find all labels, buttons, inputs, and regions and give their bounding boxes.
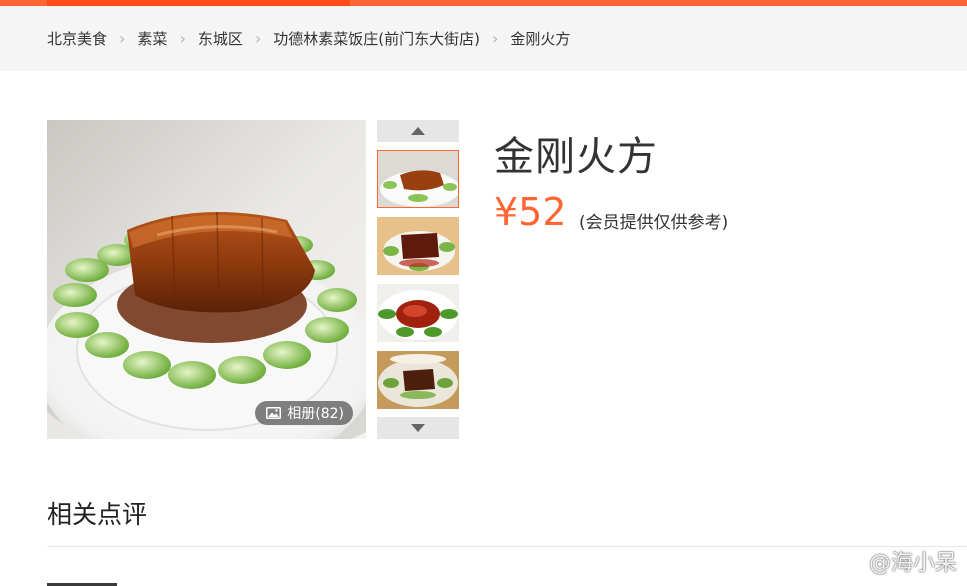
related-reviews-title: 相关点评: [47, 500, 148, 529]
picture-icon: [266, 407, 282, 419]
thumbnail-image: [378, 151, 458, 207]
breadcrumb-item-district[interactable]: 东城区: [198, 28, 243, 49]
album-count-label: 相册(82): [287, 406, 344, 422]
main-dish-photo[interactable]: 相册(82): [47, 120, 366, 439]
chevron-right-icon: ›: [491, 29, 499, 48]
chevron-right-icon: ›: [179, 29, 186, 48]
breadcrumb-item-restaurant[interactable]: 功德林素菜饭庄(前门东大街店): [273, 28, 480, 49]
album-button[interactable]: 相册(82): [255, 401, 353, 425]
chevron-right-icon: ›: [254, 29, 262, 48]
chevron-right-icon: ›: [119, 29, 126, 48]
thumbnail-item[interactable]: [377, 351, 459, 409]
thumbnail-image: [377, 217, 459, 275]
thumbnail-image: [377, 351, 459, 409]
arrow-down-icon: [411, 424, 425, 432]
breadcrumb: 北京美食 › 素菜 › 东城区 › 功德林素菜饭庄(前门东大街店) › 金刚火方: [0, 6, 967, 71]
thumbnail-image: [377, 284, 459, 342]
thumbnail-item[interactable]: [377, 217, 459, 275]
watermark-text: @海小呆: [868, 551, 957, 576]
arrow-up-icon: [411, 127, 425, 135]
watermark: @海小呆: [829, 545, 957, 577]
thumbnail-item[interactable]: [377, 284, 459, 342]
breadcrumb-item-city[interactable]: 北京美食: [47, 28, 107, 49]
thumbnail-scroll-down[interactable]: [377, 417, 459, 439]
dish-price: ¥52: [494, 190, 567, 234]
price-note: (会员提供仅供参考): [579, 213, 729, 233]
breadcrumb-current: 金刚火方: [510, 30, 571, 48]
dish-title: 金刚火方: [494, 134, 658, 180]
dish-photo-image: [47, 120, 366, 439]
thumbnail-scroll-up[interactable]: [377, 120, 459, 142]
breadcrumb-item-category[interactable]: 素菜: [137, 28, 167, 49]
thumbnail-item[interactable]: [377, 150, 459, 208]
weibo-icon: [829, 550, 861, 575]
